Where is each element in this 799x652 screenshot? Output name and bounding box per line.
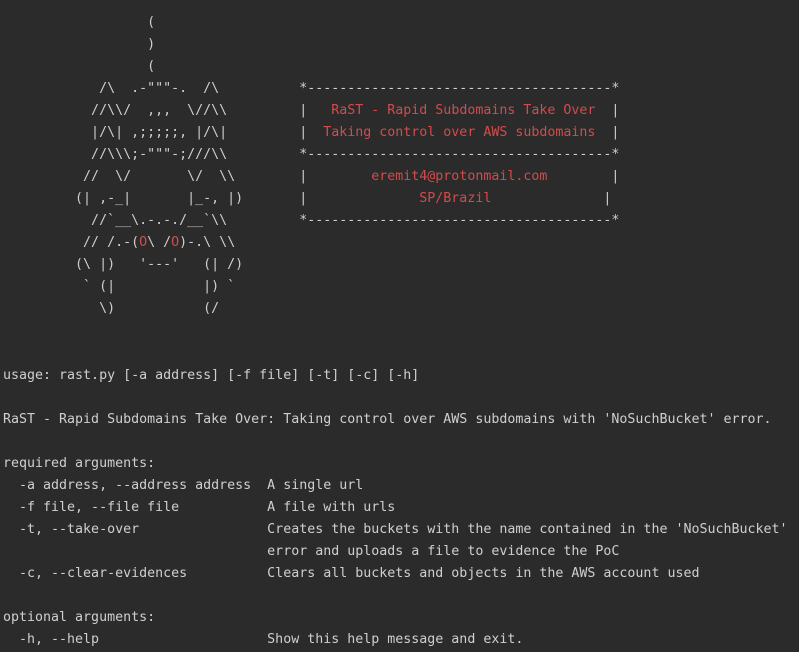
ascii-art-segment: | (595, 103, 620, 118)
ascii-art-line: ` (| |) ` (3, 279, 236, 294)
ascii-art-line: //`__\.-.-./__`\\ *---------------------… (3, 213, 620, 228)
ascii-art-segment: \ / (147, 235, 172, 250)
argument-line-take-over-continued: error and uploads a file to evidence the… (3, 544, 620, 559)
banner-subtitle: Taking control over AWS subdomains (323, 125, 596, 140)
ascii-art-line: |/\| ,;;;;;, |/\| | Taking control over … (3, 122, 619, 144)
banner-location: SP/Brazil (419, 191, 492, 206)
argument-line-take-over: -t, --take-over Creates the buckets with… (3, 522, 788, 537)
ascii-art-line: (\ |) '---' (| /) (3, 257, 244, 272)
argument-line-address: -a address, --address address A single u… (3, 478, 364, 493)
ascii-art-segment: | (595, 125, 620, 140)
ascii-art-segment: (| ,-_| |_-, |) | (3, 191, 420, 206)
ascii-art-line: //\\\;-"""-;///\\ *---------------------… (3, 147, 620, 162)
ascii-art-segment: | (547, 169, 620, 184)
ascii-art-segment: |/\| ,;;;;;, |/\| | (3, 125, 324, 140)
argument-line-help: -h, --help Show this help message and ex… (3, 632, 524, 647)
ascii-art-line: // /.-(O\ /O)-.\ \\ (3, 232, 235, 254)
optional-arguments-header: optional arguments: (3, 610, 156, 625)
argument-line-clear-evidences: -c, --clear-evidences Clears all buckets… (3, 566, 700, 581)
ascii-art-line: (| ,-_| |_-, |) | SP/Brazil | (3, 188, 611, 210)
ascii-art-segment: // \/ \/ \\ | (3, 169, 372, 184)
ascii-art-line: // \/ \/ \\ | eremit4@protonmail.com | (3, 166, 619, 188)
ascii-art-line: \) (/ (3, 301, 220, 316)
argument-line-file: -f file, --file file A file with urls (3, 500, 396, 515)
ascii-art-line: ( (3, 15, 156, 30)
ascii-art-segment: )-.\ \\ (179, 235, 236, 250)
ascii-art-segment: //\\/ ,,, \//\\ | (3, 103, 332, 118)
ascii-art-line: ) (3, 37, 156, 52)
ascii-eye-right: O (171, 235, 180, 250)
description-line: RaST - Rapid Subdomains Take Over: Takin… (3, 412, 772, 427)
required-arguments-header: required arguments: (3, 456, 156, 471)
terminal-output: ( ) ( /\ .-"""-. /\ *-------------------… (0, 0, 799, 652)
banner-email: eremit4@protonmail.com (371, 169, 548, 184)
ascii-art-segment: | (491, 191, 612, 206)
ascii-art-line: /\ .-"""-. /\ *-------------------------… (3, 81, 620, 96)
banner-title: RaST - Rapid Subdomains Take Over (331, 103, 596, 118)
ascii-art-line: ( (3, 59, 156, 74)
ascii-eye-left: O (139, 235, 148, 250)
ascii-art-line: //\\/ ,,, \//\\ | RaST - Rapid Subdomain… (3, 100, 619, 122)
usage-line: usage: rast.py [-a address] [-f file] [-… (3, 368, 420, 383)
ascii-art-segment: // /.-( (3, 235, 140, 250)
